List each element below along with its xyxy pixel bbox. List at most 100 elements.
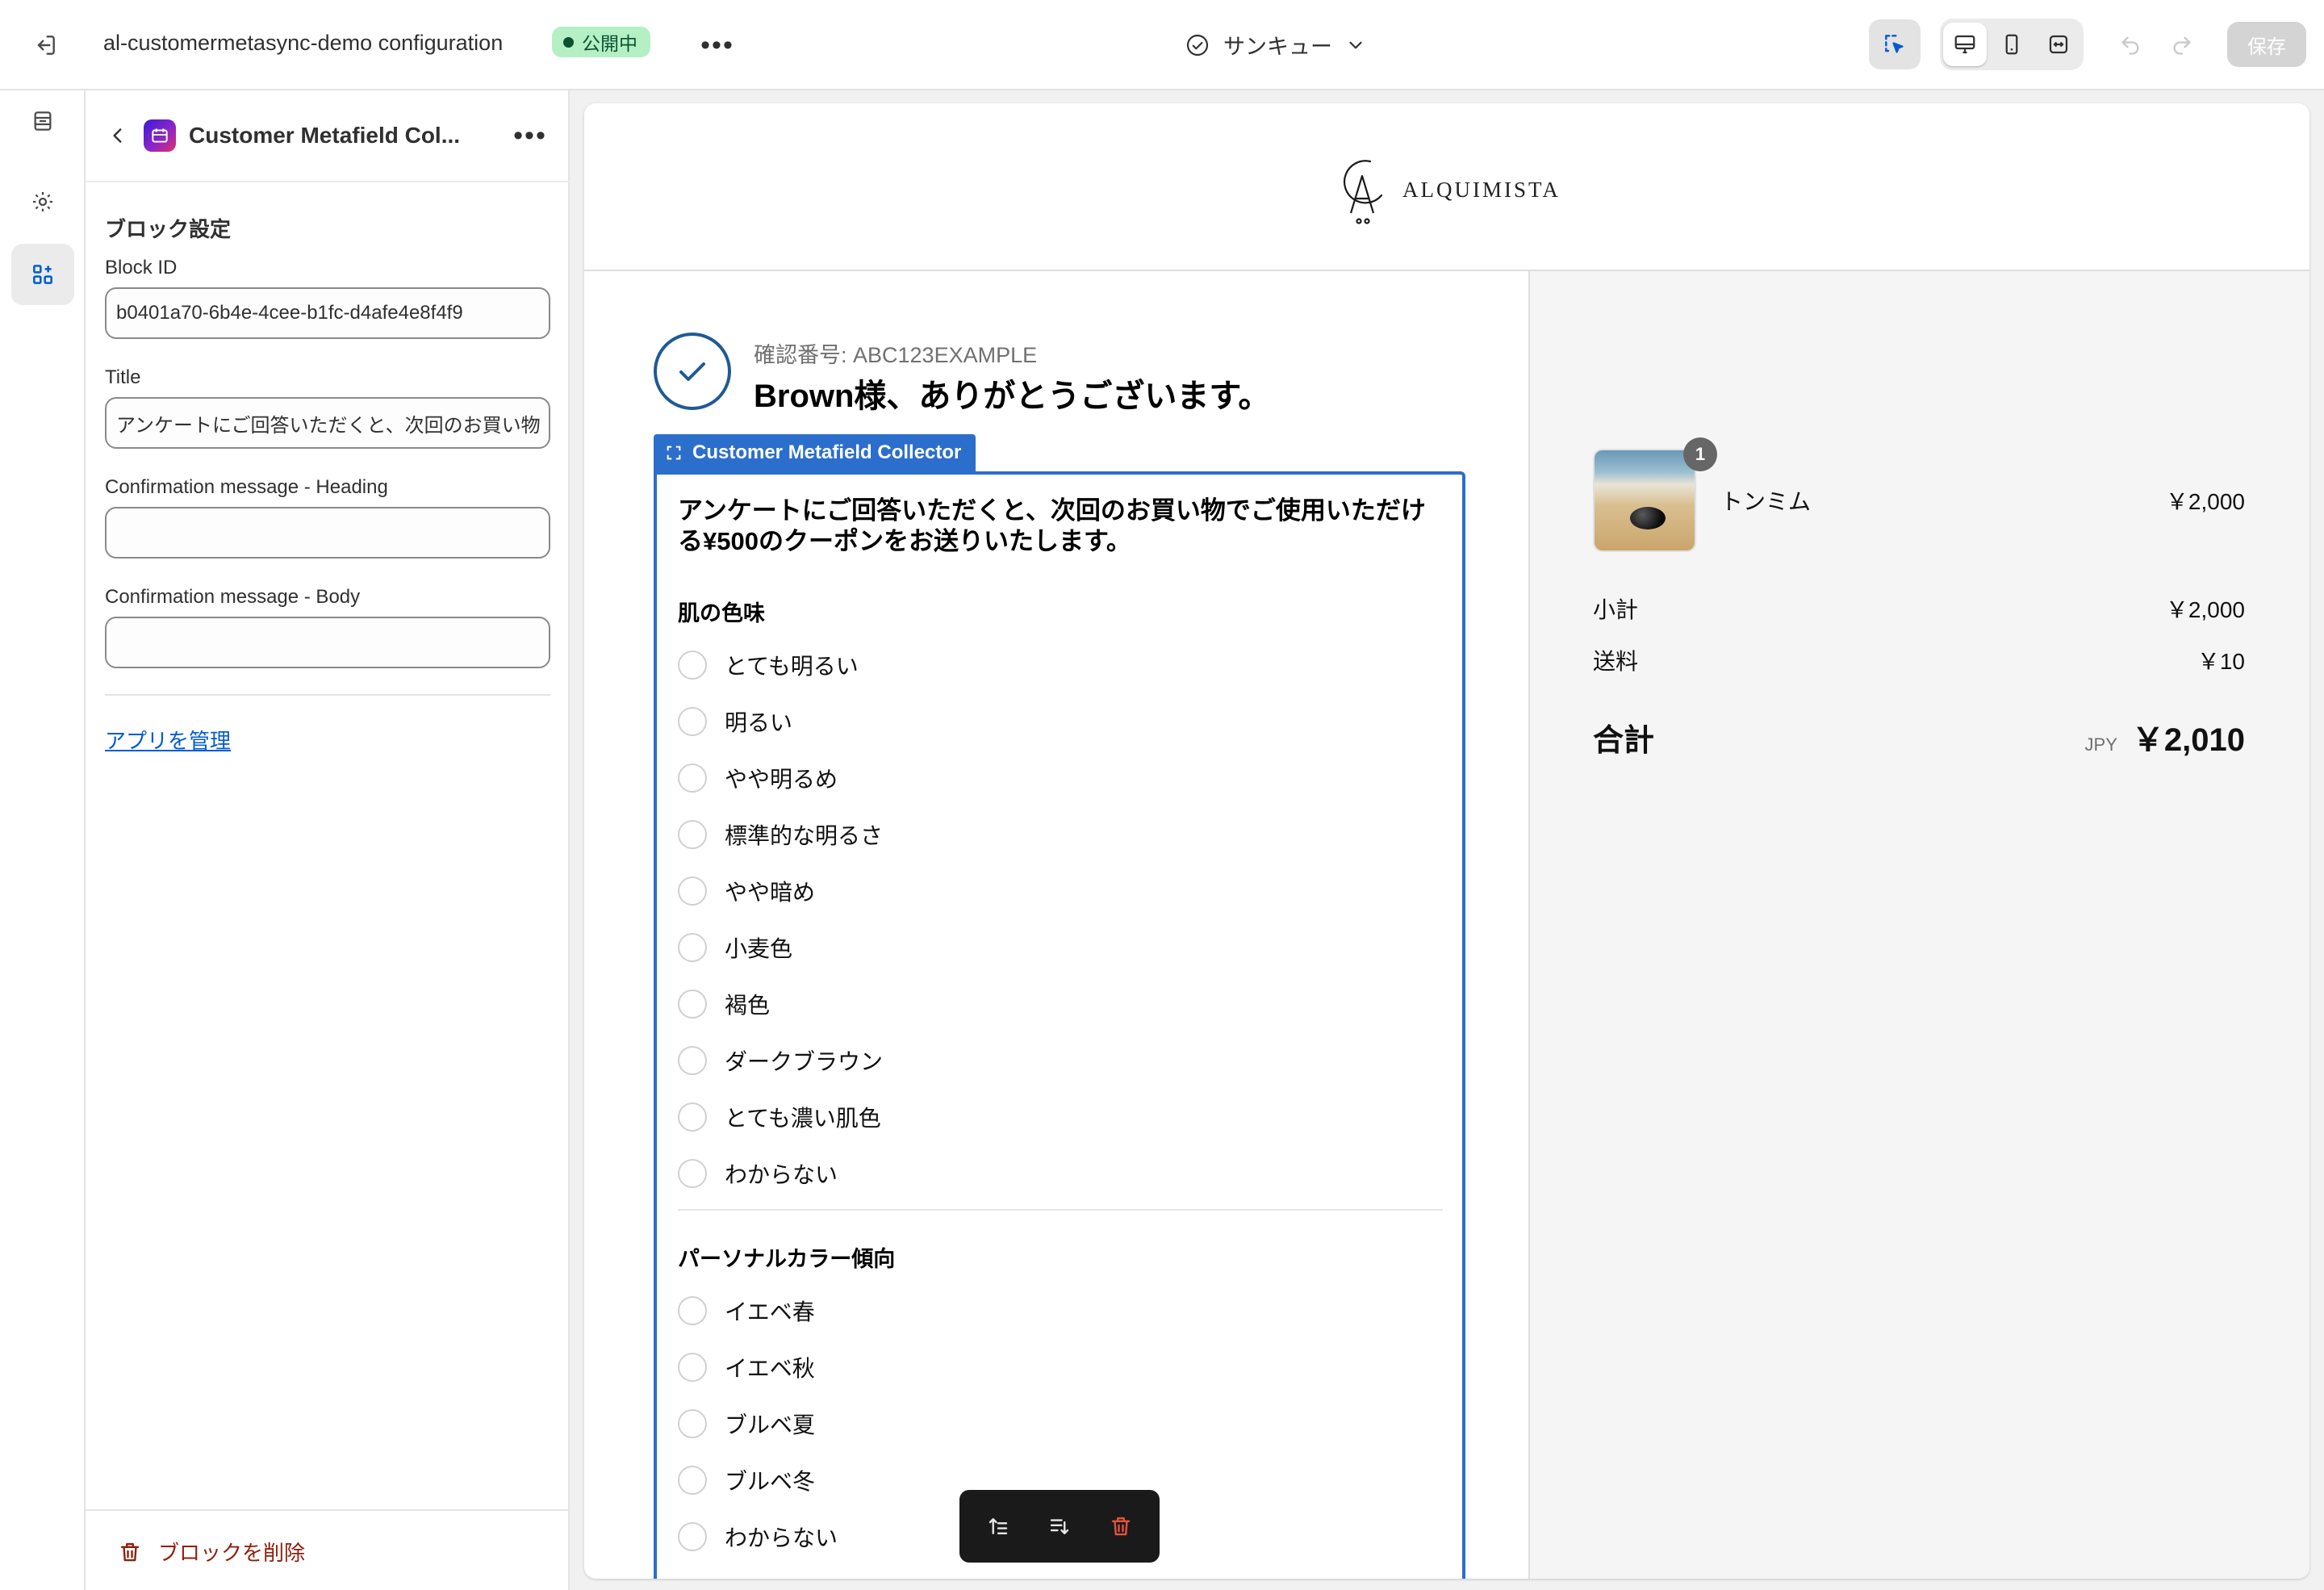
- radio-option[interactable]: とても明るい: [678, 649, 859, 681]
- product-price: ￥2,000: [2165, 489, 2245, 514]
- radio-option[interactable]: 明るい: [678, 705, 792, 738]
- delete-block-toolbar-button[interactable]: [1098, 1504, 1143, 1549]
- trash-icon: [1111, 1517, 1131, 1536]
- confirmation-heading-label: Confirmation message - Heading: [105, 476, 388, 498]
- store-logo[interactable]: ALQUIMISTA: [1333, 153, 1561, 226]
- radio-option[interactable]: イエベ春: [678, 1295, 815, 1327]
- page-selector[interactable]: サンキュー: [1185, 29, 1366, 61]
- title-field[interactable]: アンケートにご回答いただくと、次回のお買い物: [105, 397, 550, 449]
- block-floating-toolbar: [959, 1490, 1160, 1563]
- radio-option[interactable]: イエベ秋: [678, 1351, 815, 1383]
- desktop-view-button[interactable]: [1943, 23, 1987, 66]
- radio-option[interactable]: 標準的な明るさ: [678, 818, 883, 851]
- block-id-field[interactable]: b0401a70-6b4e-4cee-b1fc-d4afe4e8f4f9: [105, 287, 550, 339]
- question-divider: [678, 1209, 1443, 1211]
- radio-option-label: 褐色: [725, 993, 771, 1018]
- fullwidth-view-button[interactable]: [2037, 23, 2080, 66]
- radio-button[interactable]: [678, 1296, 707, 1325]
- radio-button[interactable]: [678, 820, 707, 849]
- radio-option[interactable]: 褐色: [678, 988, 770, 1020]
- radio-option-label: やや明るめ: [725, 767, 838, 792]
- undo-icon[interactable]: [2114, 29, 2146, 61]
- radio-option[interactable]: ブルベ夏: [678, 1408, 815, 1440]
- radio-option-label: わからない: [725, 1162, 838, 1187]
- move-up-icon: [989, 1518, 1008, 1534]
- block-tag-label: Customer Metafield Collector: [692, 441, 962, 463]
- confirmation-number: 確認番号: ABC123EXAMPLE: [754, 343, 1038, 367]
- delete-block-button[interactable]: ブロックを削除: [118, 1537, 305, 1567]
- move-down-icon: [1050, 1519, 1069, 1534]
- radio-button[interactable]: [678, 1409, 707, 1438]
- redo-icon[interactable]: [2166, 29, 2198, 61]
- radio-button[interactable]: [678, 1046, 707, 1075]
- block-tag[interactable]: Customer Metafield Collector: [654, 434, 976, 471]
- radio-button[interactable]: [678, 1522, 707, 1551]
- brand-name: ALQUIMISTA: [1402, 177, 1561, 202]
- exit-icon[interactable]: [24, 24, 66, 66]
- mobile-view-button[interactable]: [1990, 23, 2034, 66]
- apps-nav-button[interactable]: [11, 244, 74, 305]
- thank-you-heading: Brown様、ありがとうございます。: [754, 379, 1271, 414]
- radio-button[interactable]: [678, 1103, 707, 1132]
- move-up-button[interactable]: [976, 1504, 1021, 1549]
- status-badge-label: 公開中: [582, 33, 637, 54]
- radio-button[interactable]: [678, 651, 707, 680]
- radio-option[interactable]: 小麦色: [678, 931, 792, 964]
- apps-add-icon: [33, 265, 52, 284]
- save-button[interactable]: 保存: [2227, 22, 2306, 67]
- more-actions-button[interactable]: •••: [697, 27, 738, 63]
- move-down-button[interactable]: [1037, 1504, 1082, 1549]
- quantity-badge: 1: [1683, 437, 1717, 471]
- radio-button[interactable]: [678, 1353, 707, 1382]
- radio-option-label: わからない: [725, 1525, 838, 1550]
- radio-option[interactable]: ブルベ冬: [678, 1464, 815, 1496]
- product-row: トンミム ￥2,000: [1593, 484, 2245, 517]
- back-arrow-icon[interactable]: [102, 119, 134, 152]
- radio-button[interactable]: [678, 933, 707, 962]
- theme-settings-nav-button[interactable]: [11, 171, 74, 232]
- shipping-label: 送料: [1593, 649, 1639, 674]
- radio-button[interactable]: [678, 877, 707, 906]
- left-rail: [0, 90, 86, 1590]
- viewport-switcher: [1940, 19, 2084, 70]
- inspector-toggle-button[interactable]: [1869, 19, 1921, 69]
- confirmation-body-field[interactable]: [105, 617, 550, 668]
- radio-option[interactable]: ダークブラウン: [678, 1044, 883, 1077]
- check-circle-icon: [1186, 34, 1209, 56]
- panel-header: Customer Metafield Col... •••: [86, 90, 570, 182]
- gear-icon: [33, 192, 52, 211]
- sections-nav-button[interactable]: [11, 90, 74, 152]
- radio-option[interactable]: わからない: [678, 1521, 838, 1553]
- block-frame-icon: [667, 446, 681, 460]
- expand-icon: [2049, 35, 2068, 54]
- panel-divider: [105, 694, 550, 696]
- radio-option-label: ブルベ夏: [725, 1412, 816, 1437]
- metafield-collector-block: アンケートにご回答いただくと、次回のお買い物でご使用いただける¥500のクーポン…: [654, 471, 1465, 1579]
- radio-option-label: 標準的な明るさ: [725, 823, 884, 848]
- radio-option-label: イエベ秋: [725, 1356, 815, 1381]
- radio-button[interactable]: [678, 990, 707, 1019]
- radio-option[interactable]: やや明るめ: [678, 762, 838, 794]
- radio-option-label: とても明るい: [725, 654, 859, 679]
- radio-button[interactable]: [678, 764, 707, 793]
- store-header: ALQUIMISTA: [584, 103, 2309, 271]
- radio-option-label: 明るい: [725, 710, 793, 735]
- radio-option[interactable]: とても濃い肌色: [678, 1101, 881, 1133]
- title-label: Title: [105, 366, 141, 388]
- delete-block-label: ブロックを削除: [158, 1541, 306, 1565]
- status-dot: [563, 36, 574, 48]
- subtotal-value: ￥2,000: [2165, 597, 2245, 622]
- section-title: ブロック設定: [105, 217, 232, 241]
- shipping-value: ￥10: [2197, 649, 2245, 674]
- radio-button[interactable]: [678, 1466, 707, 1495]
- radio-option[interactable]: やや暗め: [678, 875, 815, 907]
- status-badge: 公開中: [552, 27, 650, 57]
- radio-button[interactable]: [678, 707, 707, 736]
- block-more-button[interactable]: •••: [510, 119, 550, 152]
- product-name: トンミム: [1720, 489, 1812, 514]
- confirmation-heading-field[interactable]: [105, 507, 550, 559]
- confirmation-body-label: Confirmation message - Body: [105, 586, 361, 608]
- radio-button[interactable]: [678, 1159, 707, 1188]
- manage-app-link[interactable]: アプリを管理: [105, 725, 231, 755]
- radio-option[interactable]: わからない: [678, 1157, 838, 1190]
